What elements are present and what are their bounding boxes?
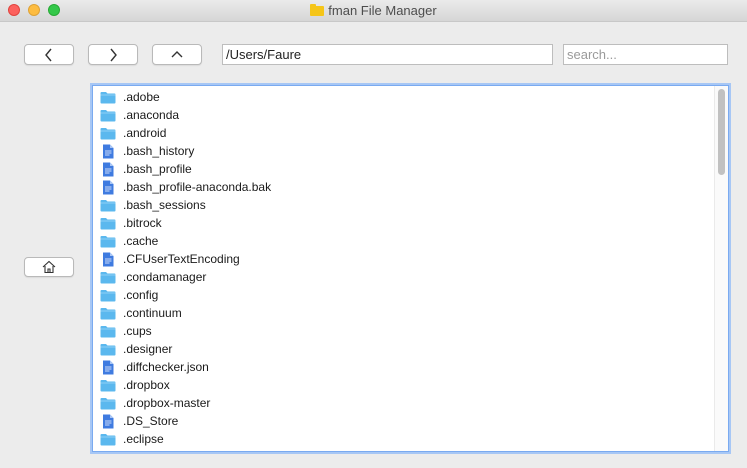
file-row[interactable]: .CFUserTextEncoding	[93, 250, 714, 268]
file-name: .config	[123, 288, 159, 302]
file-name: .CFUserTextEncoding	[123, 252, 240, 266]
document-icon	[100, 360, 116, 374]
file-row[interactable]: .designer	[93, 340, 714, 358]
chevron-left-icon	[45, 48, 52, 61]
folder-icon	[100, 432, 116, 446]
folder-icon	[100, 216, 116, 230]
file-name: .DS_Store	[123, 414, 179, 428]
file-row[interactable]: .bash_profile	[93, 160, 714, 178]
file-name: .bitrock	[123, 216, 162, 230]
file-name: .cache	[123, 234, 159, 248]
folder-icon	[100, 378, 116, 392]
file-name: .bash_profile-anaconda.bak	[123, 180, 272, 194]
chevron-right-icon	[110, 48, 117, 61]
file-row[interactable]: .bash_sessions	[93, 196, 714, 214]
folder-icon	[100, 126, 116, 140]
file-row[interactable]: .android	[93, 124, 714, 142]
file-name: .condamanager	[123, 270, 207, 284]
path-input[interactable]	[222, 44, 553, 65]
file-name: .continuum	[123, 306, 182, 320]
folder-icon	[310, 4, 325, 16]
file-row[interactable]: .DS_Store	[93, 412, 714, 430]
document-icon	[100, 414, 116, 428]
scrollbar-thumb[interactable]	[718, 89, 725, 175]
file-name: .android	[123, 126, 167, 140]
file-row[interactable]: .diffchecker.json	[93, 358, 714, 376]
file-name: .adobe	[123, 90, 160, 104]
document-icon	[100, 144, 116, 158]
file-name: .cups	[123, 324, 152, 338]
file-name: .bash_profile	[123, 162, 192, 176]
folder-icon	[100, 396, 116, 410]
vertical-scrollbar[interactable]	[714, 86, 728, 451]
folder-icon	[100, 324, 116, 338]
file-list-items: .adobe .anaconda .android .bash_history .bas…	[93, 88, 714, 448]
file-row[interactable]: .cups	[93, 322, 714, 340]
file-name: .anaconda	[123, 108, 180, 122]
home-button[interactable]	[24, 257, 74, 277]
folder-icon	[100, 234, 116, 248]
home-icon	[42, 260, 56, 274]
file-name: .designer	[123, 342, 173, 356]
window-title-text: fman File Manager	[328, 3, 437, 18]
file-row[interactable]: .cache	[93, 232, 714, 250]
document-icon	[100, 180, 116, 194]
forward-button[interactable]	[88, 44, 138, 65]
folder-icon	[100, 90, 116, 104]
folder-icon	[100, 198, 116, 212]
file-row[interactable]: .bash_history	[93, 142, 714, 160]
folder-icon	[100, 342, 116, 356]
document-icon	[100, 162, 116, 176]
file-row[interactable]: .condamanager	[93, 268, 714, 286]
folder-icon	[100, 108, 116, 122]
file-row[interactable]: .dropbox-master	[93, 394, 714, 412]
up-button[interactable]	[152, 44, 202, 65]
file-name: .bash_sessions	[123, 198, 206, 212]
file-name: .diffchecker.json	[123, 360, 209, 374]
file-name: .dropbox-master	[123, 396, 211, 410]
document-icon	[100, 252, 116, 266]
file-row[interactable]: .bitrock	[93, 214, 714, 232]
file-row[interactable]: .dropbox	[93, 376, 714, 394]
file-row[interactable]: .continuum	[93, 304, 714, 322]
file-name: .dropbox	[123, 378, 170, 392]
search-input[interactable]	[563, 44, 728, 65]
folder-icon	[100, 270, 116, 284]
file-name: .bash_history	[123, 144, 195, 158]
folder-icon	[100, 288, 116, 302]
file-row[interactable]: .bash_profile-anaconda.bak	[93, 178, 714, 196]
back-button[interactable]	[24, 44, 74, 65]
window-title: fman File Manager	[0, 3, 747, 18]
file-row[interactable]: .eclipse	[93, 430, 714, 448]
title-bar: fman File Manager	[0, 0, 747, 22]
file-name: .eclipse	[123, 432, 164, 446]
chevron-up-icon	[171, 50, 183, 57]
file-row[interactable]: .anaconda	[93, 106, 714, 124]
file-row[interactable]: .adobe	[93, 88, 714, 106]
file-list[interactable]: .adobe .anaconda .android .bash_history .bas…	[92, 85, 729, 452]
file-row[interactable]: .config	[93, 286, 714, 304]
folder-icon	[100, 306, 116, 320]
